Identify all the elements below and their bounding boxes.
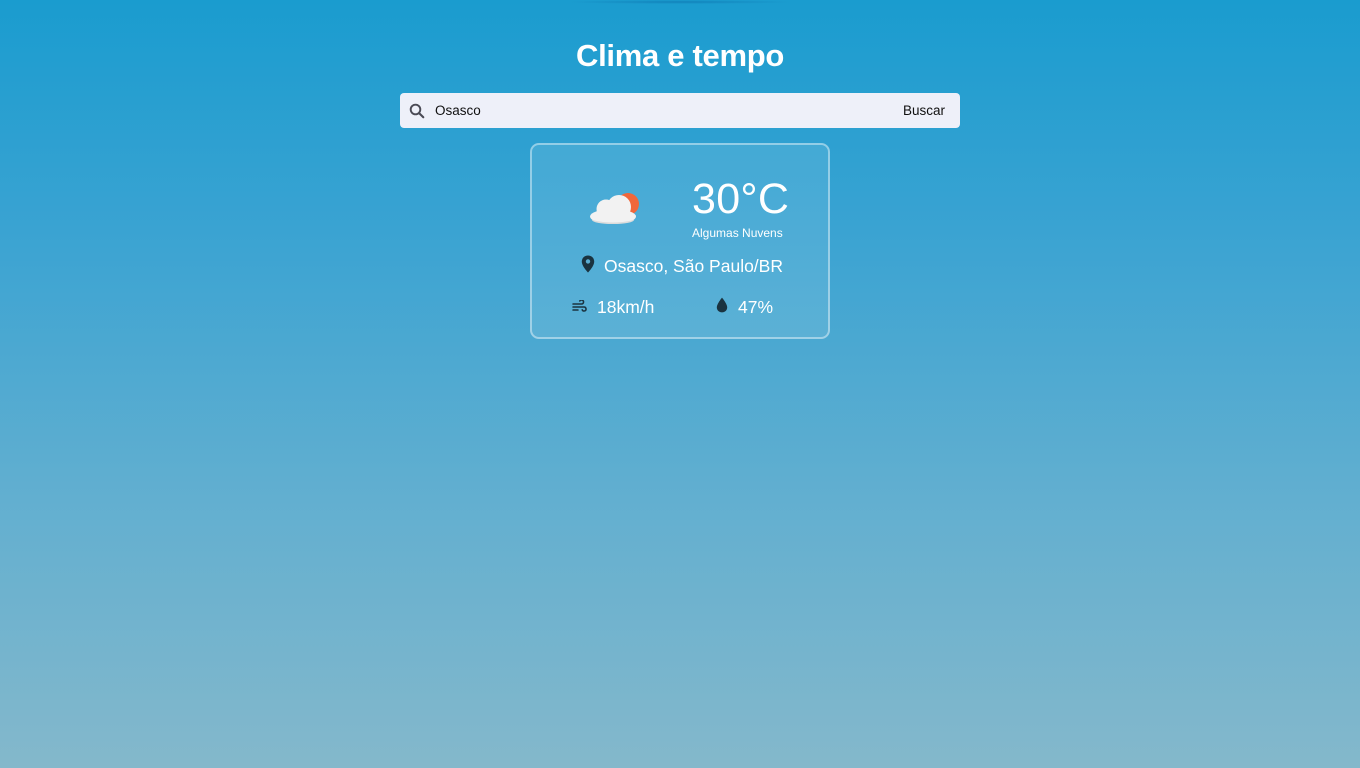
page-title: Clima e tempo bbox=[576, 38, 784, 73]
wind-speed: 18km/h bbox=[572, 297, 654, 318]
humidity: 47% bbox=[716, 297, 773, 318]
temperature: 30°C bbox=[692, 175, 790, 223]
search-bar: Buscar bbox=[400, 93, 960, 128]
wind-icon bbox=[572, 297, 587, 318]
location-text: Osasco, São Paulo/BR bbox=[604, 256, 783, 276]
humidity-value: 47% bbox=[738, 297, 774, 317]
top-glow bbox=[565, 0, 795, 4]
map-pin-icon bbox=[581, 255, 595, 278]
location: Osasco, São Paulo/BR bbox=[532, 255, 828, 278]
search-button[interactable]: Buscar bbox=[893, 93, 960, 128]
water-drop-icon bbox=[716, 297, 728, 318]
search-input[interactable] bbox=[434, 93, 893, 128]
partly-cloudy-icon bbox=[586, 187, 642, 227]
search-icon bbox=[400, 93, 434, 128]
weather-condition: Algumas Nuvens bbox=[692, 226, 783, 240]
weather-card: 30°C Algumas Nuvens Osasco, São Paulo/BR… bbox=[530, 143, 830, 339]
wind-value: 18km/h bbox=[597, 297, 655, 317]
